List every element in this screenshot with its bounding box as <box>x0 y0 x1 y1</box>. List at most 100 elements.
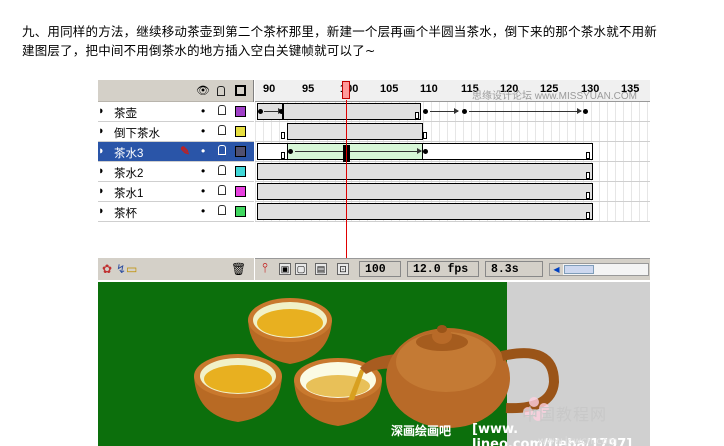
layer-row-tea3[interactable]: ◗ 茶水3 ✎ • <box>98 142 254 162</box>
lock-icon[interactable] <box>218 125 226 135</box>
add-motion-guide-icon[interactable]: ↯ <box>116 262 126 276</box>
empty-keyframe[interactable] <box>281 132 285 139</box>
layer-row-tea1[interactable]: ◗ 茶水1 • <box>98 182 254 202</box>
add-layer-icon[interactable]: ✿ <box>102 262 112 276</box>
instruction-line-1: 九、用同样的方法，继续移动茶壶到第二个茶杯那里，新建一个层再画个半圆当茶水，倒下… <box>22 24 658 39</box>
layer-icon: ◗ <box>98 185 105 197</box>
keyframe[interactable] <box>288 149 293 154</box>
trash-icon[interactable]: 🗑 <box>231 262 246 276</box>
layer-color-swatch[interactable] <box>235 206 246 217</box>
keyframe[interactable] <box>423 149 428 154</box>
layer-row-cups[interactable]: ◗ 茶杯 • <box>98 202 254 222</box>
tea-cup <box>194 354 282 422</box>
elapsed-time-field: 8.3s <box>485 261 543 277</box>
layers-footer: ✿ ↯ ▭ 🗑 <box>98 258 254 280</box>
end-frame[interactable] <box>586 152 590 159</box>
visibility-dot[interactable]: • <box>201 204 205 218</box>
current-frame-field: 100 <box>359 261 401 277</box>
timeline-frames: 90 95 100 105 110 115 120 125 130 135 思缘… <box>255 80 650 280</box>
eye-icon[interactable]: 👁 <box>196 84 210 97</box>
layer-color-swatch[interactable] <box>235 106 246 117</box>
layer-row-pouring-tea[interactable]: ◗ 倒下茶水 • <box>98 122 254 142</box>
frame-rate-field: 12.0 fps <box>407 261 479 277</box>
keyframe[interactable] <box>423 109 428 114</box>
track-tea1[interactable] <box>255 182 650 202</box>
lock-icon[interactable] <box>218 185 226 195</box>
visibility-dot[interactable]: • <box>201 144 205 158</box>
insert-folder-icon[interactable]: ▭ <box>126 262 137 276</box>
layer-name: 茶水2 <box>114 168 144 180</box>
modify-onion-markers-icon[interactable]: ⊡ <box>337 263 349 275</box>
end-frame[interactable] <box>586 172 590 179</box>
lock-icon[interactable] <box>217 86 225 96</box>
pencil-edit-icon: ✎ <box>180 144 191 158</box>
end-frame[interactable] <box>415 112 419 119</box>
keyframe[interactable] <box>258 109 263 114</box>
track-cups[interactable] <box>255 202 650 222</box>
onion-skin-icon[interactable]: ▣ <box>279 263 291 275</box>
frame-span[interactable] <box>257 203 593 220</box>
end-frame[interactable] <box>586 192 590 199</box>
layer-color-swatch[interactable] <box>235 186 246 197</box>
visibility-dot[interactable]: • <box>201 104 205 118</box>
motion-tween-arrow <box>430 108 459 114</box>
layer-row-teapot[interactable]: ◗ 茶壶 • <box>98 102 254 122</box>
layer-row-tea2[interactable]: ◗ 茶水2 • <box>98 162 254 182</box>
site-watermark-small: www.jcwcn.com <box>538 436 618 446</box>
layer-icon: ◗ <box>98 165 105 177</box>
instruction-text: 九、用同样的方法，继续移动茶壶到第二个茶杯那里，新建一个层再画个半圆当茶水，倒下… <box>22 22 722 60</box>
layers-header: 👁 <box>98 80 253 102</box>
ruler-label: 105 <box>380 83 399 95</box>
layer-color-swatch[interactable] <box>235 166 246 177</box>
layer-name: 茶水3 <box>114 148 144 160</box>
layer-name: 茶壶 <box>114 108 137 120</box>
horizontal-scrollbar[interactable]: ◀ <box>549 263 649 276</box>
lock-icon[interactable] <box>218 145 226 155</box>
motion-tween-arrow <box>469 108 582 114</box>
frame-span[interactable] <box>287 123 423 140</box>
playhead-line <box>346 100 347 258</box>
track-tea3[interactable] <box>255 142 650 162</box>
flash-timeline-panel: 👁 ◗ 茶壶 • ◗ 倒下茶水 • ◗ 茶水3 ✎ • ◗ 茶水2 • ◗ 茶水… <box>98 80 650 280</box>
playhead[interactable] <box>342 81 350 99</box>
track-teapot[interactable] <box>255 102 650 122</box>
layer-color-swatch[interactable] <box>235 126 246 137</box>
empty-keyframe[interactable] <box>281 152 285 159</box>
empty-keyframe[interactable] <box>423 132 427 139</box>
lock-icon[interactable] <box>218 165 226 175</box>
frame-span[interactable] <box>283 103 421 120</box>
ruler-label: 110 <box>420 83 438 95</box>
visibility-dot[interactable]: • <box>201 164 205 178</box>
keyframe[interactable] <box>583 109 588 114</box>
lock-icon[interactable] <box>218 105 226 115</box>
site-watermark-left: 深画绘画吧 <box>391 424 452 438</box>
layer-name: 茶杯 <box>114 208 137 220</box>
outline-icon[interactable] <box>235 85 246 96</box>
layers-empty-area <box>98 222 254 258</box>
layer-icon: ◗ <box>98 105 105 117</box>
layer-name: 茶水1 <box>114 188 144 200</box>
layer-icon: ◗ <box>98 205 105 217</box>
track-pouring-tea[interactable] <box>255 122 650 142</box>
visibility-dot[interactable]: • <box>201 184 205 198</box>
layer-color-swatch[interactable] <box>235 146 246 157</box>
frame-span[interactable] <box>257 183 593 200</box>
lock-icon[interactable] <box>218 205 226 215</box>
instruction-line-2: 建图层了，把中间不用倒茶水的地方插入空白关键帧就可以了~ <box>22 43 376 58</box>
edit-multiple-frames-icon[interactable]: ▤ <box>315 263 327 275</box>
visibility-dot[interactable]: • <box>201 124 205 138</box>
layer-icon: ◗ <box>98 125 105 137</box>
center-frame-icon[interactable]: ⫯ <box>259 261 271 275</box>
track-tea2[interactable] <box>255 162 650 182</box>
scroll-left-icon[interactable]: ◀ <box>550 264 563 275</box>
layer-name: 倒下茶水 <box>114 128 160 140</box>
frame-ruler[interactable]: 90 95 100 105 110 115 120 125 130 135 思缘… <box>255 80 650 102</box>
keyframe[interactable] <box>462 109 467 114</box>
end-frame[interactable] <box>586 212 590 219</box>
scroll-thumb[interactable] <box>564 265 594 274</box>
layer-icon: ◗ <box>98 145 105 157</box>
onion-skin-outlines-icon[interactable]: ▢ <box>295 263 307 275</box>
forum-watermark: 思缘设计论坛 www.MISSYUAN.COM <box>472 91 638 102</box>
frame-span[interactable] <box>257 163 593 180</box>
layers-panel: 👁 ◗ 茶壶 • ◗ 倒下茶水 • ◗ 茶水3 ✎ • ◗ 茶水2 • ◗ 茶水… <box>98 80 254 280</box>
